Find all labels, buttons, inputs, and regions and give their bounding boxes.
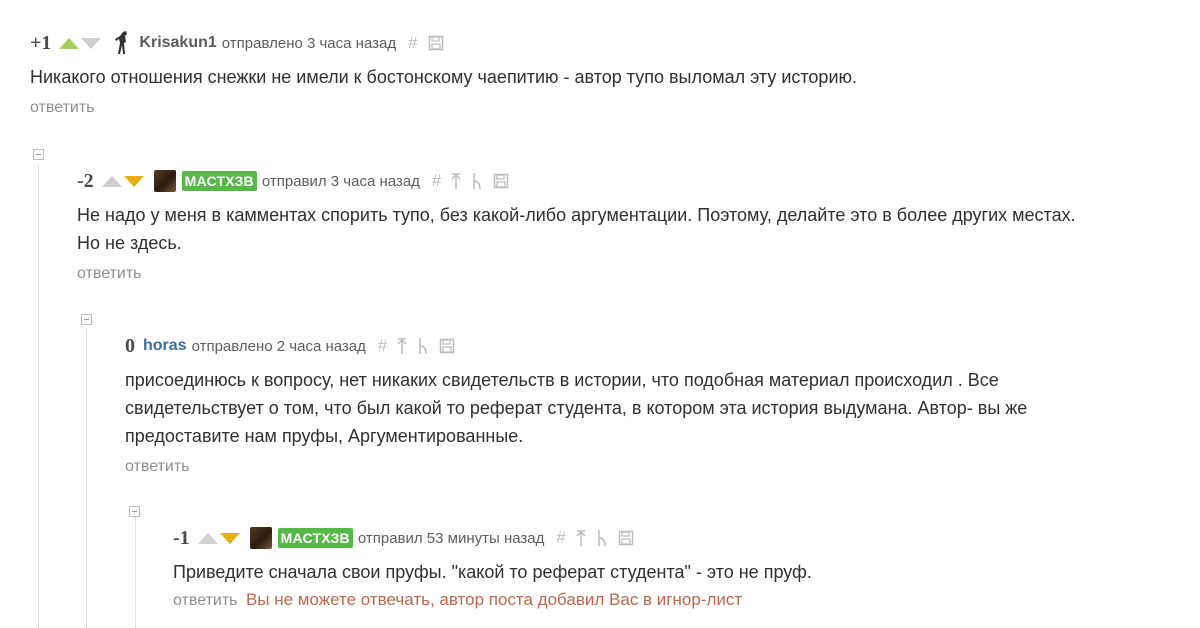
comment-header: -2 МАСТХЗВ отправил 3 часа назад # [77,169,1076,193]
arrow-up-icon[interactable] [451,172,461,190]
reply-row: ответить Вы не можете отвечать, автор по… [173,590,812,610]
comment-text: присоединюсь к вопросу, нет никаких свид… [125,366,1027,450]
reply-link[interactable]: ответить [125,458,1027,476]
vote-down-icon[interactable] [123,175,144,187]
vote-controls [101,175,146,187]
comment-header: -1 МАСТХЗВ отправил 53 минуты назад # [173,526,812,550]
comment-header: 0 horas отправлено 2 часа назад # [125,334,1027,358]
comment-text: Приведите сначала свои пруфы. "какой то … [173,562,812,582]
avatar[interactable] [153,170,176,192]
comment-text-line: Но не здесь. [77,233,182,253]
timestamp[interactable]: отправлено 3 часа назад [222,35,396,52]
floppy-save-icon[interactable] [439,338,455,354]
thread-line-2 [86,330,87,628]
comment-text: Не надо у меня в камментах спорить тупо,… [77,201,1076,257]
vote-down-icon[interactable] [81,37,102,49]
collapse-toggle[interactable] [33,149,44,160]
comment-text-line: свидетельствует о том, что был какой то … [125,398,1028,418]
comment: -2 МАСТХЗВ отправил 3 часа назад # Не на… [77,169,1076,283]
floppy-save-icon[interactable] [618,530,634,546]
collapse-toggle[interactable] [81,314,92,325]
thread-line-3 [135,516,136,628]
comment-text: Никакого отношения снежки не имели к бос… [30,67,857,87]
vote-up-icon[interactable] [197,532,218,544]
vote-down-icon[interactable] [219,532,240,544]
username[interactable]: МАСТХЗВ [277,528,353,548]
reply-link[interactable]: ответить [173,592,238,609]
username[interactable]: МАСТХЗВ [181,171,257,191]
hash-icon[interactable]: # [556,528,565,548]
hash-icon[interactable]: # [408,33,417,53]
comment: +1 Krisakun1 отправлено 3 часа назад # Н… [30,31,857,117]
collapse-toggle[interactable] [129,506,140,517]
comment-text-line: предоставите нам пруфы, Аргументированны… [125,426,524,446]
comment: -1 МАСТХЗВ отправил 53 минуты назад # Пр… [173,526,812,610]
timestamp[interactable]: отправил 53 минуты назад [358,530,545,547]
branch-icon[interactable] [471,172,483,190]
arrow-up-icon[interactable] [576,529,586,547]
arrow-up-icon[interactable] [397,337,407,355]
comment: 0 horas отправлено 2 часа назад # присое… [125,334,1027,476]
hash-icon[interactable]: # [432,171,441,191]
avatar[interactable] [111,30,133,56]
hash-icon[interactable]: # [378,336,387,356]
reply-link[interactable]: ответить [30,99,857,117]
branch-icon[interactable] [417,337,429,355]
comment-text-line: Не надо у меня в камментах спорить тупо,… [77,205,1076,225]
comment-header: +1 Krisakun1 отправлено 3 часа назад # [30,31,857,55]
comment-rating: +1 [30,31,52,54]
ignore-notice: Вы не можете отвечать, автор поста добав… [245,590,743,609]
reply-link[interactable]: ответить [77,265,1076,283]
username[interactable]: horas [143,337,187,355]
timestamp[interactable]: отправил 3 часа назад [262,173,420,190]
vote-up-icon[interactable] [59,37,80,49]
comment-rating: -2 [77,169,94,192]
thread-line-1 [38,165,39,628]
vote-up-icon[interactable] [101,175,122,187]
comment-text-line: присоединюсь к вопросу, нет никаких свид… [125,370,999,390]
vote-controls [197,532,242,544]
timestamp[interactable]: отправлено 2 часа назад [192,338,366,355]
avatar[interactable] [249,527,272,549]
floppy-save-icon[interactable] [493,173,509,189]
branch-icon[interactable] [596,529,608,547]
floppy-save-icon[interactable] [428,35,444,51]
comment-rating: 0 [125,334,135,357]
vote-controls [59,37,103,49]
comment-rating: -1 [173,526,190,549]
username[interactable]: Krisakun1 [139,34,216,52]
